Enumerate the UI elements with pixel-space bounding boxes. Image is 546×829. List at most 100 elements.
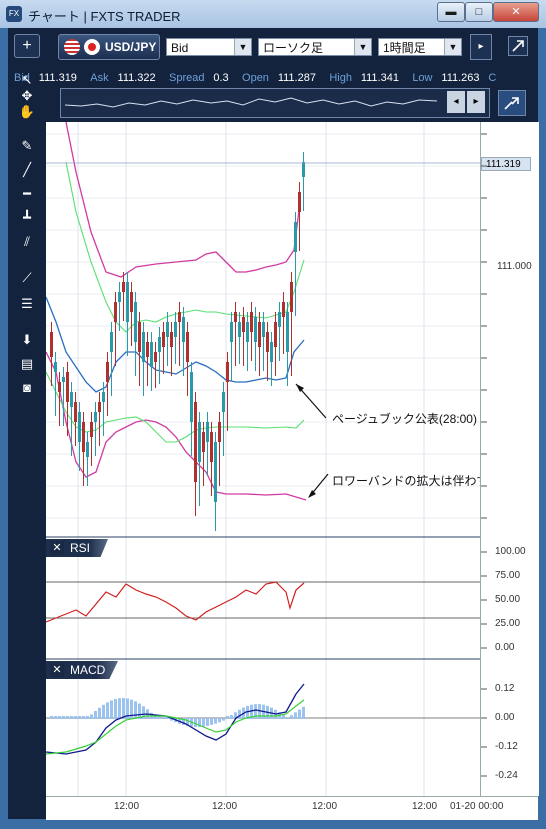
candle-body [118, 292, 121, 302]
fit-chart-button[interactable] [498, 90, 526, 116]
candle-body [250, 312, 253, 332]
candle-body [186, 332, 189, 362]
minimize-button[interactable]: ▬ [437, 2, 465, 22]
download-icon[interactable]: ⬇ [16, 330, 38, 350]
macd-histogram-bar [98, 707, 101, 719]
list-icon[interactable]: ▤ [16, 354, 38, 374]
macd-histogram-bar [298, 709, 301, 719]
candle-body [50, 332, 53, 357]
spread-value: 0.3 [213, 72, 229, 84]
candle-body [106, 362, 109, 382]
candle-body [98, 402, 101, 412]
candle-body [270, 342, 273, 362]
app-icon: FX [6, 6, 22, 22]
hand-icon[interactable]: ✋ [16, 102, 38, 122]
add-chart-button[interactable]: + [14, 34, 40, 58]
fan-icon[interactable]: ⟋ [16, 268, 38, 288]
candle-body [222, 392, 225, 412]
title-bar[interactable]: FX チャート | FXTS TRADER ▬ □ ✕ [0, 0, 546, 28]
expand-icon[interactable] [508, 36, 528, 56]
candle-body [282, 302, 285, 317]
time-tick-5: 01-20 00:00 [450, 801, 504, 812]
navigator-sparkline [64, 97, 438, 108]
fibonacci-icon[interactable]: ☰ [16, 294, 38, 314]
toolbar-scroll-button[interactable]: ▸ [470, 34, 492, 60]
candle-body [70, 392, 73, 407]
candle-body [178, 312, 181, 322]
chevron-down-icon: ▼ [354, 39, 371, 55]
macd-signal-line [46, 699, 305, 755]
time-tick-4: 12:00 [412, 801, 438, 812]
candle-body [86, 442, 89, 457]
macd-tick-neg024: -0.24 [495, 770, 518, 781]
price-type-value: Bid [171, 41, 189, 55]
candle-body [78, 412, 81, 442]
macd-histogram-bar [226, 716, 229, 719]
macd-histogram-bar [214, 718, 217, 724]
candle-body [162, 332, 165, 347]
candle-body [146, 342, 149, 357]
vertical-line-icon[interactable]: ┻ [16, 208, 38, 228]
candle-body [158, 337, 161, 352]
chart-type-select[interactable]: ローソク足 ▼ [258, 38, 372, 56]
scroll-left-button[interactable]: ◂ [447, 91, 465, 113]
macd-histogram-bar [202, 718, 205, 727]
macd-histogram-bar [122, 698, 125, 719]
candle-body [66, 372, 69, 402]
macd-panel [46, 683, 480, 755]
time-axis[interactable]: 12:00 12:00 12:00 12:00 01-20 00:00 [46, 796, 538, 820]
chevron-down-icon: ▼ [234, 39, 251, 55]
time-tick-1: 12:00 [114, 801, 140, 812]
macd-histogram-bar [230, 715, 233, 719]
candle-body [202, 432, 205, 452]
grid-lines [46, 122, 480, 796]
candlesticks [50, 152, 305, 531]
candle-body [126, 282, 129, 322]
candle-body [210, 432, 213, 462]
candle-body [114, 302, 117, 322]
close-button[interactable]: ✕ [493, 2, 539, 22]
channel-icon[interactable]: ⫽ [16, 232, 38, 252]
spread-label: Spread [169, 72, 205, 84]
high-label: High [329, 72, 352, 84]
horizontal-line-icon[interactable]: ━ [16, 184, 38, 204]
chart-toolbar: + USD/JPY Bid ▼ ローソク足 ▼ 1時間足 ▼ ▸ [8, 28, 538, 64]
candle-body [74, 402, 77, 422]
candle-body [302, 162, 305, 177]
symbol-selector[interactable]: USD/JPY [58, 34, 160, 60]
macd-tick-neg012: -0.12 [495, 741, 518, 752]
candle-body [194, 402, 197, 482]
close-macd-button[interactable]: ✕ [50, 663, 64, 677]
low-value: 111.263 [441, 72, 480, 84]
price-tick-111: 111.000 [497, 261, 532, 272]
candle-body [246, 322, 249, 342]
macd-tick-000: 0.00 [495, 712, 515, 723]
pin-tool-icon[interactable]: ✎ [16, 136, 38, 156]
chart-plot-area[interactable]: ページュブック公表(28:00) ロワーバンドの拡大は伴わず ✕ RSI ✕ M… [46, 122, 488, 796]
macd-histogram-bar [222, 718, 225, 721]
scroll-right-button[interactable]: ▸ [467, 91, 485, 113]
low-label: Low [412, 72, 433, 84]
trendline-icon[interactable]: ╱ [16, 160, 38, 180]
macd-histogram-bar [286, 718, 289, 719]
close-rsi-button[interactable]: ✕ [50, 541, 64, 555]
price-axis[interactable]: 111.319 111.000 100.00 75.00 50.00 25.00… [480, 122, 539, 796]
navigator-overview[interactable]: ◂ ▸ [60, 88, 490, 118]
candle-body [294, 222, 297, 252]
candle-body [166, 322, 169, 337]
price-type-select[interactable]: Bid ▼ [166, 38, 252, 56]
maximize-button[interactable]: □ [465, 2, 493, 22]
macd-tick-012: 0.12 [495, 683, 515, 694]
bb-inner-upper [65, 161, 305, 333]
rsi-header: ✕ RSI [46, 539, 108, 557]
macd-header: ✕ MACD [46, 661, 118, 679]
candle-body [258, 322, 261, 347]
axis-ticks [481, 133, 487, 777]
open-label: Open [242, 72, 269, 84]
rsi-tick-25: 25.00 [495, 618, 521, 629]
camera-icon[interactable]: ◙ [16, 378, 38, 398]
window-title: チャート | FXTS TRADER [28, 9, 181, 24]
timeframe-select[interactable]: 1時間足 ▼ [378, 38, 462, 56]
macd-histogram-bar [114, 698, 117, 719]
us-flag-icon [64, 39, 80, 55]
